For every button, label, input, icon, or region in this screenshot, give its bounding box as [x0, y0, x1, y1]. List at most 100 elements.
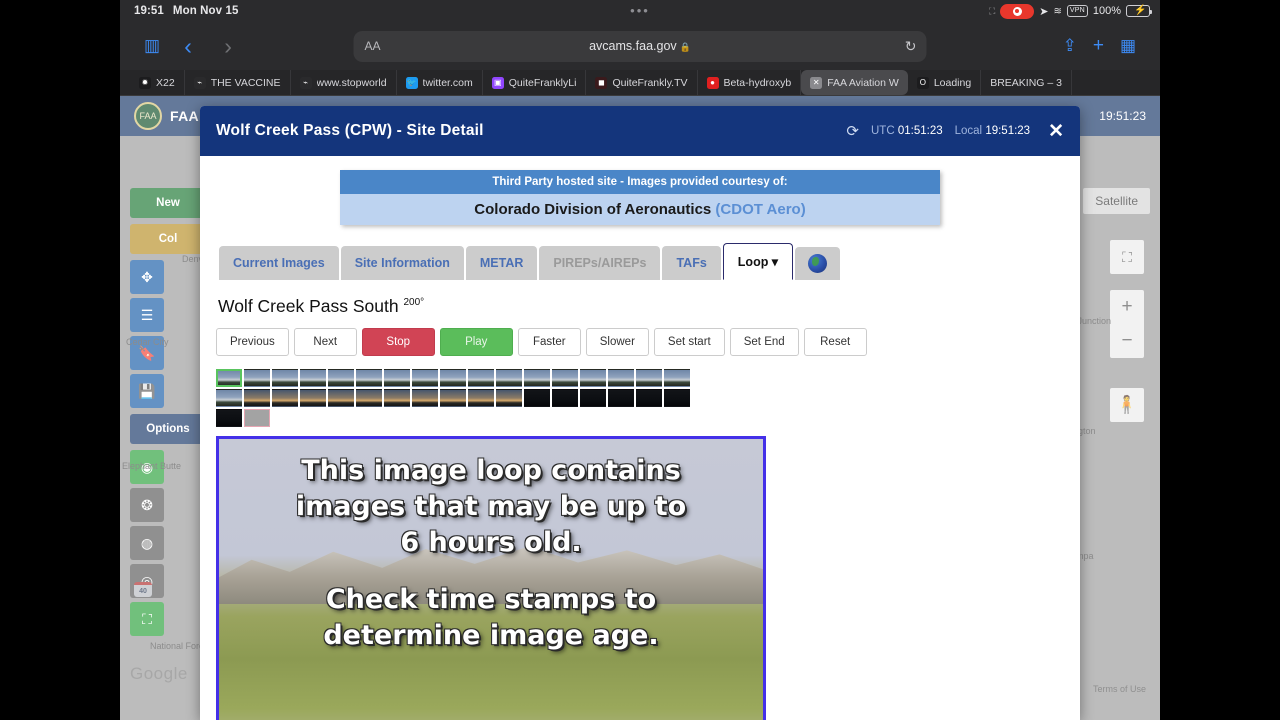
loop-thumbnail[interactable]	[300, 389, 326, 407]
faster-button[interactable]: Faster	[517, 328, 581, 356]
tabs-grid-icon[interactable]: ▦	[1120, 36, 1136, 56]
globe-icon	[808, 254, 828, 273]
loop-thumbnail[interactable]	[468, 369, 494, 387]
loop-thumbnail[interactable]	[244, 389, 270, 407]
twitter-icon: 🐦	[405, 76, 418, 89]
back-arrow-icon[interactable]: ‹	[176, 33, 200, 60]
quitefrankly-icon: ◼	[595, 76, 608, 89]
loop-thumbnail[interactable]	[272, 389, 298, 407]
share-icon[interactable]: ⇪	[1063, 36, 1077, 56]
courtesy-provider-row: Colorado Division of Aeronautics (CDOT A…	[340, 194, 940, 225]
address-bar[interactable]: AA avcams.faa.gov 🔒 ↻	[353, 30, 927, 62]
loop-thumbnail[interactable]	[216, 409, 242, 427]
loop-thumbnail[interactable]	[384, 369, 410, 387]
loop-thumbnail[interactable]	[608, 369, 634, 387]
browser-tab-label: QuiteFranklyLi	[508, 76, 577, 89]
camera-title: Wolf Creek Pass South 200°	[218, 296, 1064, 317]
refresh-icon[interactable]: ⟳	[846, 122, 859, 140]
location-arrow-icon: ➤	[1039, 5, 1049, 18]
loop-thumbnail[interactable]	[636, 389, 662, 407]
loop-thumbnail[interactable]	[300, 369, 326, 387]
loop-thumbnail[interactable]	[440, 389, 466, 407]
loop-thumbnail[interactable]	[636, 369, 662, 387]
loop-notice-text: This image loop contains images that may…	[219, 453, 763, 654]
loop-thumbnail[interactable]	[272, 369, 298, 387]
play-button[interactable]: Play	[439, 328, 513, 356]
loop-main-image[interactable]: This image loop contains images that may…	[216, 436, 766, 720]
site-detail-modal: Wolf Creek Pass (CPW) - Site Detail ⟳ UT…	[200, 106, 1080, 720]
tab-metar[interactable]: METAR	[465, 246, 538, 280]
loop-thumbnail[interactable]	[552, 369, 578, 387]
browser-tab-0[interactable]: ✹ X22	[130, 70, 185, 95]
loop-thumbnail[interactable]	[244, 409, 270, 427]
loop-thumbnail[interactable]	[328, 369, 354, 387]
loop-thumbnail[interactable]	[440, 369, 466, 387]
loop-thumbnail[interactable]	[412, 369, 438, 387]
camera-name: Wolf Creek Pass South	[218, 296, 399, 316]
loop-thumbnail[interactable]	[664, 369, 690, 387]
x22-icon: ✹	[139, 76, 151, 89]
stop-button[interactable]: Stop	[361, 328, 435, 356]
browser-tab-2[interactable]: ⌁ www.stopworld	[291, 70, 397, 95]
loop-thumbnail[interactable]	[244, 369, 270, 387]
forward-arrow-icon[interactable]: ›	[216, 33, 240, 60]
loop-thumbnail[interactable]	[216, 369, 242, 387]
loop-thumbnail[interactable]	[608, 389, 634, 407]
loop-thumbnail[interactable]	[496, 369, 522, 387]
loop-thumbnail[interactable]	[468, 389, 494, 407]
loop-thumbnail[interactable]	[384, 389, 410, 407]
reload-icon[interactable]: ↻	[905, 38, 917, 55]
loop-thumbnail[interactable]	[524, 369, 550, 387]
browser-tab-7[interactable]: ✕ FAA Aviation W	[801, 70, 908, 95]
loop-thumbnail[interactable]	[412, 389, 438, 407]
browser-tab-4[interactable]: ▣ QuiteFranklyLi	[483, 70, 587, 95]
set-start-button[interactable]: Set start	[653, 328, 725, 356]
loop-thumbnail[interactable]	[328, 389, 354, 407]
plus-icon[interactable]: +	[1093, 35, 1104, 57]
wifi-icon: ≋	[1053, 5, 1062, 17]
ipad-device-frame: 19:51 Mon Nov 15 ••• ⛶ ➤ ≋ VPN 100% ⚡ ▥ …	[120, 0, 1160, 720]
loop-thumbnail[interactable]	[580, 369, 606, 387]
notice-line-3: 6 hours old.	[400, 527, 582, 559]
tab-current-images[interactable]: Current Images	[219, 246, 339, 280]
loop-thumbnail[interactable]	[552, 389, 578, 407]
browser-tab-1[interactable]: ⌁ THE VACCINE	[185, 70, 291, 95]
sidebar-icon[interactable]: ▥	[144, 36, 160, 56]
reset-button[interactable]: Reset	[803, 328, 867, 356]
browser-tab-9[interactable]: BREAKING – 3	[981, 70, 1072, 95]
browser-tab-label: X22	[156, 76, 175, 89]
url-text: avcams.faa.gov 🔒	[589, 39, 691, 53]
tab-globe-view[interactable]	[795, 247, 841, 280]
loop-thumbnail[interactable]	[580, 389, 606, 407]
battery-icon: ⚡	[1126, 5, 1152, 17]
close-icon[interactable]: ✕	[1048, 120, 1064, 143]
browser-tab-3[interactable]: 🐦 twitter.com	[397, 70, 483, 95]
text-size-button[interactable]: AA	[365, 39, 381, 53]
loop-thumbnail[interactable]	[496, 389, 522, 407]
battery-percent: 100%	[1092, 5, 1121, 17]
loop-thumbnail[interactable]	[356, 389, 382, 407]
slower-button[interactable]: Slower	[585, 328, 649, 356]
browser-tab-6[interactable]: ● Beta-hydroxyb	[698, 70, 802, 95]
browser-tab-label: twitter.com	[422, 76, 473, 89]
screen-recording-badge	[1000, 3, 1035, 19]
tab-tafs[interactable]: TAFs	[662, 246, 721, 280]
loop-thumbnail[interactable]	[216, 389, 242, 407]
tab-site-information[interactable]: Site Information	[340, 246, 464, 280]
loop-thumbnail[interactable]	[664, 389, 690, 407]
set-end-button[interactable]: Set End	[729, 328, 799, 356]
browser-tab-label: FAA Aviation W	[827, 76, 899, 89]
modal-body: Third Party hosted site - Images provide…	[200, 156, 1080, 720]
loop-thumbnail[interactable]	[356, 369, 382, 387]
browser-tab-label: THE VACCINE	[210, 76, 281, 89]
notice-line-5: determine image age.	[323, 619, 659, 651]
browser-tab-8[interactable]: O Loading	[908, 70, 982, 95]
browser-tab-5[interactable]: ◼ QuiteFrankly.TV	[586, 70, 698, 95]
cdot-aero-link[interactable]: (CDOT Aero)	[715, 201, 805, 218]
tab-loop[interactable]: Loop ▾	[722, 243, 794, 280]
loop-thumbnail[interactable]	[524, 389, 550, 407]
previous-button[interactable]: Previous	[216, 328, 289, 356]
status-bar-left: 19:51 Mon Nov 15	[134, 5, 238, 17]
next-button[interactable]: Next	[293, 328, 357, 356]
local-time-group: Local 19:51:23	[955, 125, 1030, 137]
